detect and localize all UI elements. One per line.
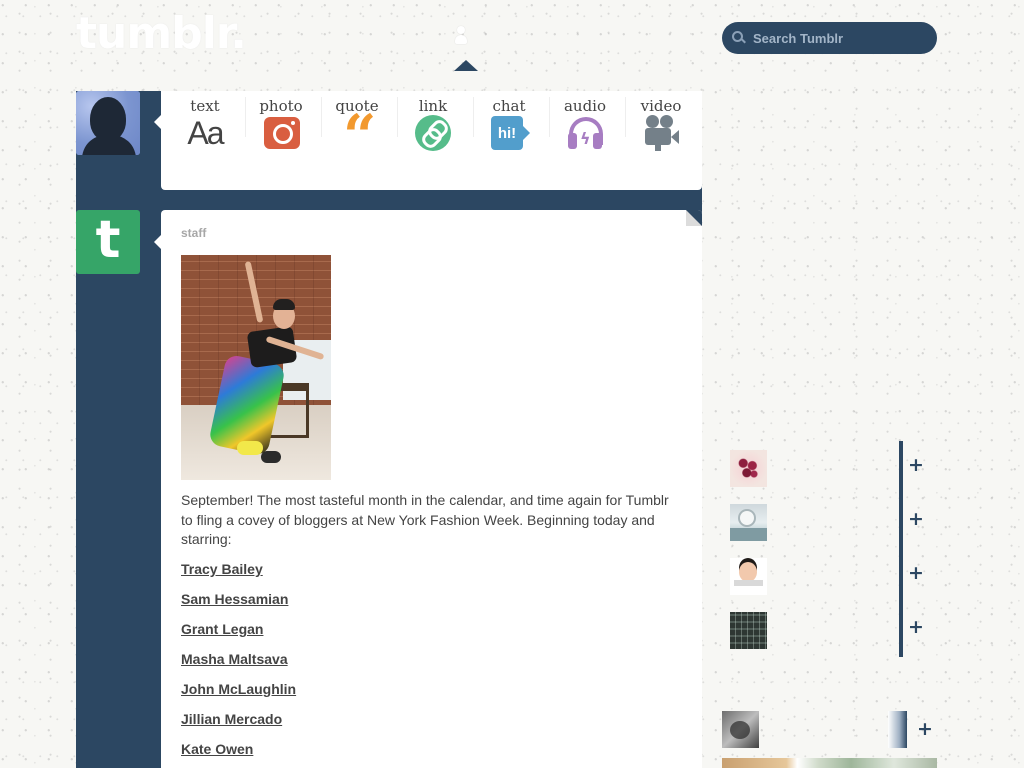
video-camera-icon [642, 115, 680, 151]
radar-image-strip[interactable] [722, 758, 937, 768]
post-type-label: chat [492, 97, 526, 115]
follow-plus-icon[interactable]: + [908, 564, 924, 583]
winter-landscape-thumbnail[interactable] [730, 504, 767, 541]
girl-portrait-thumbnail[interactable] [730, 558, 767, 595]
recommended-divider [899, 603, 903, 657]
post-type-link[interactable]: link [395, 97, 471, 157]
post-type-chat[interactable]: chat hi! [471, 97, 547, 157]
text-icon: Aa [187, 115, 224, 151]
recommended-blog[interactable]: + [730, 549, 924, 610]
recommended-blog[interactable]: + [730, 495, 924, 556]
follow-plus-icon[interactable]: + [917, 720, 933, 739]
camera-icon [262, 115, 300, 151]
post-photo[interactable] [181, 255, 331, 480]
radar-post[interactable]: + [722, 711, 937, 748]
post-type-label: link [418, 97, 448, 115]
post-type-video[interactable]: video [623, 97, 699, 157]
post-type-label: photo [259, 97, 303, 115]
quote-icon: “ [343, 102, 377, 170]
user-avatar[interactable] [76, 91, 140, 155]
bw-photo-thumbnail[interactable] [722, 711, 759, 748]
headphones-icon: ϟ [566, 115, 604, 151]
radar-gradient [888, 711, 907, 748]
follow-plus-icon[interactable]: + [908, 510, 924, 529]
chat-icon: hi! [490, 115, 530, 151]
search-input[interactable] [753, 30, 918, 46]
post-type-audio[interactable]: audio ϟ [547, 97, 623, 157]
post-pointer [154, 235, 161, 249]
tumblr-logo[interactable]: tumblr. [76, 8, 247, 59]
follow-plus-icon[interactable]: + [908, 456, 924, 475]
post-link[interactable]: Masha Maltsava [181, 651, 288, 667]
post-link[interactable]: Sam Hessamian [181, 591, 288, 607]
person-icon[interactable] [453, 26, 469, 44]
recommended-blog[interactable]: + [730, 441, 924, 502]
link-icon [414, 115, 452, 151]
post-link[interactable]: Tracy Bailey [181, 561, 263, 577]
recommended-blog[interactable]: + [730, 603, 924, 664]
post-type-bar: text Aa photo quote “ link chat hi! audi… [161, 91, 702, 190]
recommended-divider [899, 495, 903, 549]
post-type-photo[interactable]: photo [243, 97, 319, 157]
recommended-divider [899, 441, 903, 495]
post-link[interactable]: Jillian Mercado [181, 711, 282, 727]
nail-art-thumbnail[interactable] [730, 450, 767, 487]
post-link[interactable]: Kate Owen [181, 741, 253, 757]
post-type-label: video [640, 97, 682, 115]
nav-pointer [454, 60, 478, 71]
post-link[interactable]: John McLaughlin [181, 681, 296, 697]
composer-pointer [154, 115, 161, 129]
post-type-label: text [190, 97, 220, 115]
tumblr-t-icon: t [95, 210, 121, 270]
recommended-divider [899, 549, 903, 603]
dark-pattern-thumbnail[interactable] [730, 612, 767, 649]
post-fold-corner[interactable] [686, 210, 702, 226]
post-card: staff September! The most tasteful month… [161, 210, 702, 768]
staff-avatar[interactable]: t [76, 210, 140, 274]
post-type-quote[interactable]: quote “ [319, 97, 395, 170]
search-icon [732, 31, 746, 45]
post-type-label: audio [563, 97, 607, 115]
post-link[interactable]: Grant Legan [181, 621, 263, 637]
post-body-text: September! The most tasteful month in th… [181, 492, 669, 547]
search-box[interactable] [722, 22, 937, 54]
follow-plus-icon[interactable]: + [908, 618, 924, 637]
post-author[interactable]: staff [181, 226, 206, 240]
post-type-text[interactable]: text Aa [167, 97, 243, 157]
